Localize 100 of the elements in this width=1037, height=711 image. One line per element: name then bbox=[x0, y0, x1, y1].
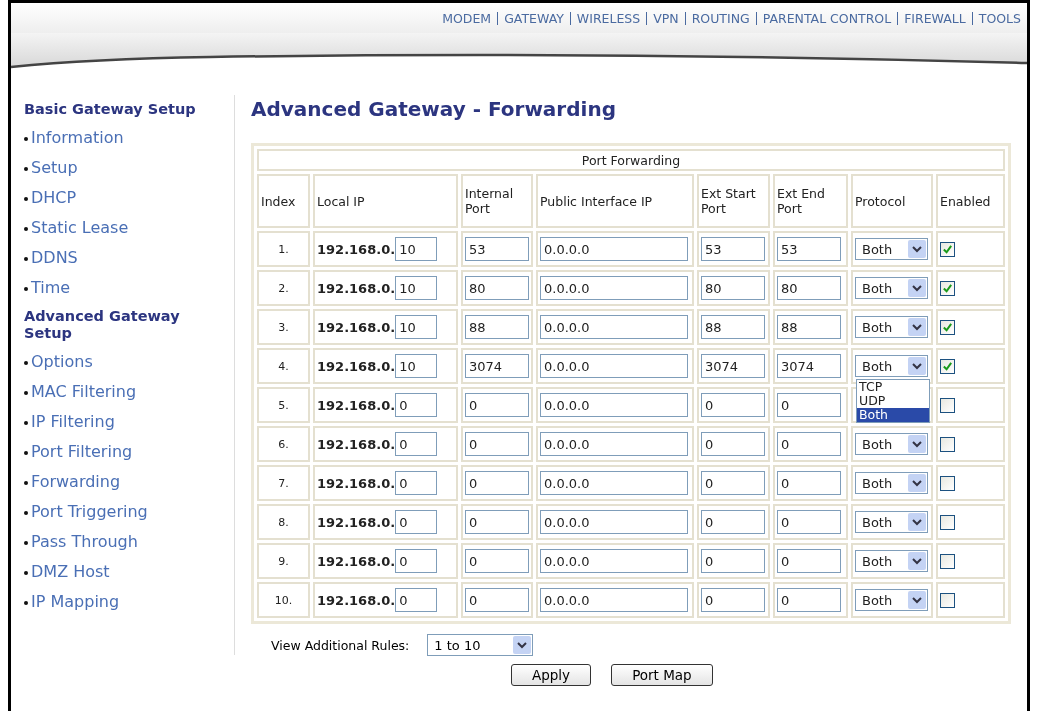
enabled-checkbox[interactable] bbox=[940, 397, 955, 413]
public-ip-field[interactable]: 0.0.0.0 bbox=[540, 354, 688, 378]
enabled-checkbox[interactable] bbox=[940, 436, 955, 452]
protocol-select[interactable]: Both bbox=[855, 238, 928, 260]
ext-end-field[interactable]: 80 bbox=[777, 276, 841, 300]
nav-link[interactable]: VPN bbox=[647, 10, 685, 26]
rules-select[interactable]: 1 to 10 bbox=[427, 634, 534, 656]
action-button[interactable]: Apply bbox=[511, 664, 592, 686]
sidebar-link[interactable]: Port Filtering bbox=[31, 441, 133, 461]
sidebar-link[interactable]: DMZ Host bbox=[31, 561, 110, 581]
sidebar-link[interactable]: Forwarding bbox=[31, 471, 121, 491]
sidebar-link[interactable]: Pass Through bbox=[31, 531, 138, 551]
sidebar-link[interactable]: Time bbox=[31, 277, 71, 297]
enabled-checkbox[interactable] bbox=[940, 280, 955, 296]
ext-end-field[interactable]: 0 bbox=[777, 510, 841, 534]
ext-end-field[interactable]: 88 bbox=[777, 315, 841, 339]
ext-start-field[interactable]: 0 bbox=[701, 432, 765, 456]
internal-port-field[interactable]: 80 bbox=[465, 276, 529, 300]
ext-start-field[interactable]: 0 bbox=[701, 393, 765, 417]
internal-port-field[interactable]: 0 bbox=[465, 471, 529, 495]
protocol-select[interactable]: Both bbox=[855, 550, 928, 572]
enabled-checkbox[interactable] bbox=[940, 553, 955, 569]
internal-port-field[interactable]: 0 bbox=[465, 432, 529, 456]
sidebar-link[interactable]: Setup bbox=[31, 157, 78, 177]
ext-end-field[interactable]: 3074 bbox=[777, 354, 841, 378]
protocol-select[interactable]: Both bbox=[855, 316, 928, 338]
ip-field[interactable]: 10 bbox=[395, 237, 438, 261]
nav-link[interactable]: PARENTAL CONTROL bbox=[756, 10, 898, 26]
sidebar-link[interactable]: Options bbox=[31, 351, 93, 371]
ip-field[interactable]: 10 bbox=[395, 354, 438, 378]
action-button[interactable]: Port Map bbox=[611, 664, 713, 686]
public-ip-field[interactable]: 0.0.0.0 bbox=[540, 510, 688, 534]
ip-field[interactable]: 10 bbox=[395, 276, 438, 300]
sidebar-link[interactable]: Static Lease bbox=[31, 217, 129, 237]
protocol-select[interactable]: Both bbox=[855, 355, 928, 377]
protocol-select[interactable]: Both bbox=[855, 511, 928, 533]
protocol-select[interactable]: Both bbox=[855, 589, 928, 611]
ext-start-field[interactable]: 88 bbox=[701, 315, 765, 339]
public-ip-field[interactable]: 0.0.0.0 bbox=[540, 549, 688, 573]
protocol-select[interactable]: Both bbox=[855, 472, 928, 494]
nav-link[interactable]: MODEM bbox=[436, 10, 498, 26]
nav-link[interactable]: GATEWAY bbox=[498, 10, 570, 26]
ext-start-field[interactable]: 0 bbox=[701, 549, 765, 573]
dropdown-option[interactable]: TCP bbox=[857, 380, 929, 394]
enabled-checkbox[interactable] bbox=[940, 358, 955, 374]
enabled-checkbox[interactable] bbox=[940, 241, 955, 257]
sidebar-link[interactable]: MAC Filtering bbox=[31, 381, 137, 401]
ext-end-field[interactable]: 0 bbox=[777, 549, 841, 573]
internal-port-field[interactable]: 53 bbox=[465, 237, 529, 261]
internal-port-field[interactable]: 0 bbox=[465, 588, 529, 612]
sidebar-link[interactable]: Information bbox=[31, 127, 124, 147]
sidebar-link[interactable]: IP Filtering bbox=[31, 411, 115, 431]
internal-port-field[interactable]: 3074 bbox=[465, 354, 529, 378]
ext-end-field[interactable]: 53 bbox=[777, 237, 841, 261]
ip-field[interactable]: 0 bbox=[395, 510, 438, 534]
ext-end-field[interactable]: 0 bbox=[777, 393, 841, 417]
ext-start-field[interactable]: 53 bbox=[701, 237, 765, 261]
enabled-checkbox[interactable] bbox=[940, 592, 955, 608]
ip-field[interactable]: 0 bbox=[395, 588, 438, 612]
sidebar-link[interactable]: IP Mapping bbox=[31, 591, 120, 611]
public-ip-field[interactable]: 0.0.0.0 bbox=[540, 276, 688, 300]
public-ip-field[interactable]: 0.0.0.0 bbox=[540, 588, 688, 612]
ext-start-field[interactable]: 0 bbox=[701, 471, 765, 495]
nav-link[interactable]: TOOLS bbox=[972, 10, 1027, 26]
enabled-checkbox[interactable] bbox=[940, 514, 955, 530]
ip-field[interactable]: 0 bbox=[395, 432, 438, 456]
ip-field[interactable]: 0 bbox=[395, 471, 438, 495]
ext-start-field[interactable]: 0 bbox=[701, 588, 765, 612]
internal-port-field[interactable]: 0 bbox=[465, 393, 529, 417]
enabled-checkbox[interactable] bbox=[940, 319, 955, 335]
bullet-icon bbox=[24, 361, 28, 365]
sidebar-link[interactable]: Port Triggering bbox=[31, 501, 148, 521]
ext-start-field[interactable]: 80 bbox=[701, 276, 765, 300]
ext-end-field[interactable]: 0 bbox=[777, 588, 841, 612]
nav-link[interactable]: WIRELESS bbox=[570, 10, 647, 26]
ip-field[interactable]: 0 bbox=[395, 549, 438, 573]
sidebar-heading: Basic Gateway Setup bbox=[24, 101, 197, 118]
internal-port-field[interactable]: 88 bbox=[465, 315, 529, 339]
ip-field[interactable]: 0 bbox=[395, 393, 438, 417]
nav-link[interactable]: ROUTING bbox=[685, 10, 756, 26]
public-ip-field[interactable]: 0.0.0.0 bbox=[540, 393, 688, 417]
sidebar-link[interactable]: DHCP bbox=[31, 187, 77, 207]
dropdown-option[interactable]: Both bbox=[857, 408, 929, 422]
enabled-checkbox[interactable] bbox=[940, 475, 955, 491]
dropdown-option[interactable]: UDP bbox=[857, 394, 929, 408]
public-ip-field[interactable]: 0.0.0.0 bbox=[540, 432, 688, 456]
ext-end-field[interactable]: 0 bbox=[777, 432, 841, 456]
ext-start-field[interactable]: 3074 bbox=[701, 354, 765, 378]
public-ip-field[interactable]: 0.0.0.0 bbox=[540, 237, 688, 261]
protocol-select[interactable]: Both bbox=[855, 433, 928, 455]
internal-port-field[interactable]: 0 bbox=[465, 549, 529, 573]
ip-field[interactable]: 10 bbox=[395, 315, 438, 339]
protocol-select[interactable]: Both bbox=[855, 277, 928, 299]
public-ip-field[interactable]: 0.0.0.0 bbox=[540, 315, 688, 339]
sidebar-link[interactable]: DDNS bbox=[31, 247, 78, 267]
ext-end-field[interactable]: 0 bbox=[777, 471, 841, 495]
nav-link[interactable]: FIREWALL bbox=[898, 10, 972, 26]
internal-port-field[interactable]: 0 bbox=[465, 510, 529, 534]
ext-start-field[interactable]: 0 bbox=[701, 510, 765, 534]
public-ip-field[interactable]: 0.0.0.0 bbox=[540, 471, 688, 495]
